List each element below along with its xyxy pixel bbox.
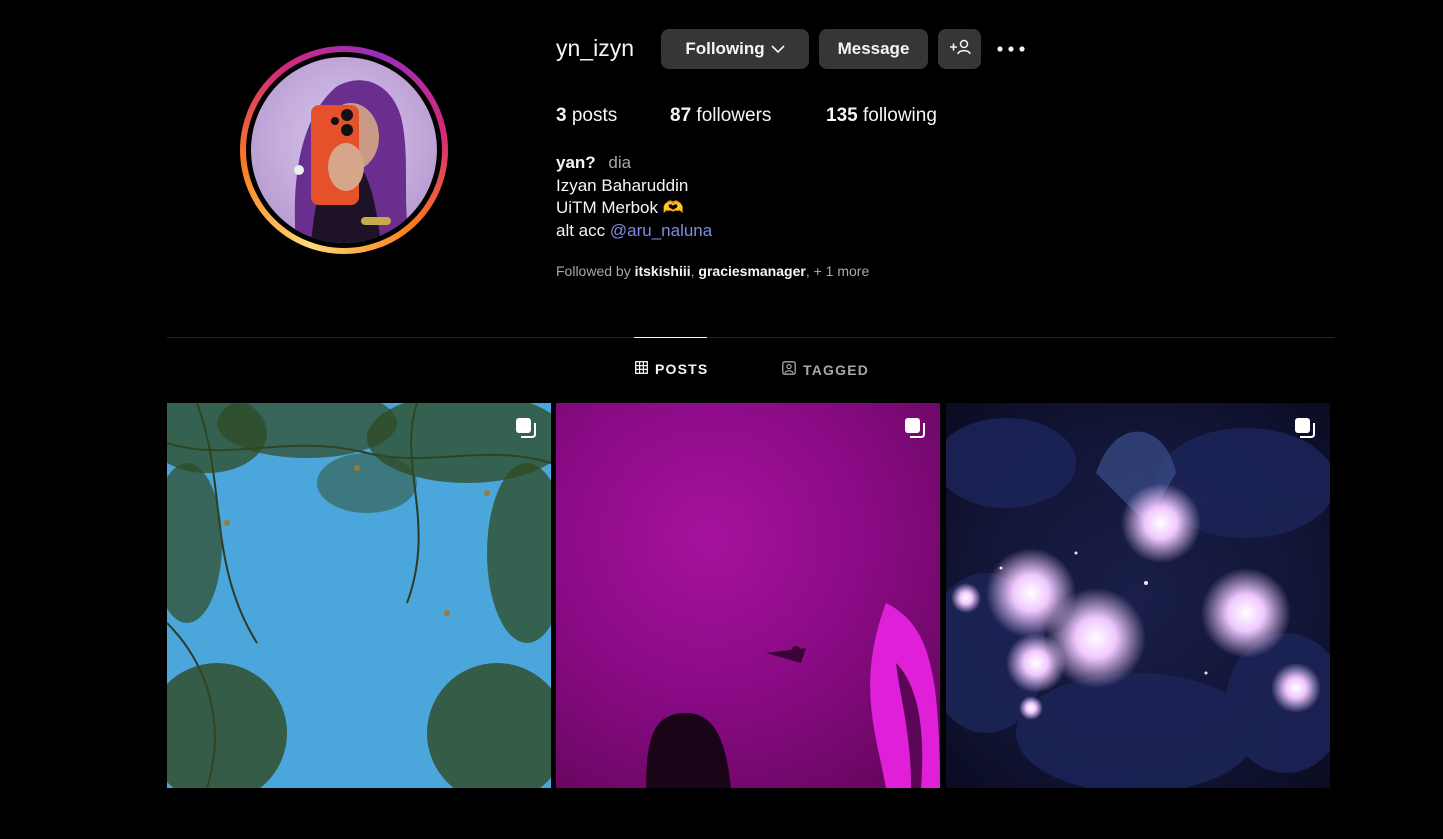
tab-tagged[interactable]: TAGGED [782, 361, 869, 378]
posts-count: 3 posts [556, 105, 617, 127]
tagged-icon [782, 361, 796, 378]
grid-icon [635, 361, 648, 377]
message-button-label: Message [837, 39, 910, 58]
mention-link[interactable]: @aru_naluna [610, 221, 712, 240]
add-user-button[interactable] [938, 29, 981, 69]
bio-line: UiTM Merbok 🫶 [556, 198, 684, 217]
display-name: yan? [556, 153, 596, 172]
post-image [167, 403, 551, 788]
profile-bio: yan? dia Izyan Baharuddin UiTM Merbok 🫶 … [556, 152, 712, 242]
following-button[interactable]: Following [661, 29, 809, 69]
message-button[interactable]: Message [819, 29, 928, 69]
post-thumbnail[interactable] [946, 403, 1330, 788]
tab-tagged-label: TAGGED [803, 361, 870, 378]
post-image [646, 603, 940, 788]
following-count-label: following [862, 105, 937, 126]
pronoun: dia [608, 153, 632, 172]
bio-line: alt acc [556, 220, 606, 240]
more-options-icon[interactable] [995, 36, 1027, 62]
followed-by-more: , + 1 more [805, 263, 870, 279]
post-thumbnail[interactable] [556, 403, 940, 788]
following-link[interactable]: 135 following [826, 105, 937, 127]
followed-by-prefix: Followed by [556, 263, 631, 279]
following-button-label: Following [685, 39, 765, 58]
tabs-divider [167, 337, 1335, 338]
profile-page: yn_izyn Following Message 3 posts 87 fol… [0, 0, 1443, 839]
multiple-images-icon [515, 417, 537, 439]
multiple-images-icon [904, 417, 926, 439]
followed-by-separator: , [690, 263, 695, 279]
following-count-value: 135 [826, 105, 858, 126]
followed-by-user[interactable]: itskishiii [635, 263, 691, 279]
chevron-down-icon [771, 39, 785, 59]
avatar-image [251, 57, 437, 243]
followers-link[interactable]: 87 followers [670, 105, 771, 127]
post-image [946, 418, 1330, 788]
profile-avatar[interactable] [240, 46, 448, 254]
followers-count-value: 87 [670, 105, 692, 126]
followed-by-user[interactable]: graciesmanager [698, 263, 805, 279]
bio-line: Izyan Baharuddin [556, 175, 689, 195]
active-tab-indicator [634, 337, 707, 338]
multiple-images-icon [1294, 417, 1316, 439]
followers-count-label: followers [696, 105, 772, 126]
followed-by[interactable]: Followed by itskishiii, graciesmanager, … [556, 263, 869, 279]
posts-count-label: posts [571, 105, 618, 126]
username: yn_izyn [556, 35, 634, 61]
posts-count-value: 3 [556, 105, 567, 126]
tab-posts[interactable]: POSTS [635, 361, 708, 377]
add-user-icon [949, 39, 971, 60]
tab-posts-label: POSTS [655, 361, 709, 377]
post-thumbnail[interactable] [167, 403, 551, 788]
